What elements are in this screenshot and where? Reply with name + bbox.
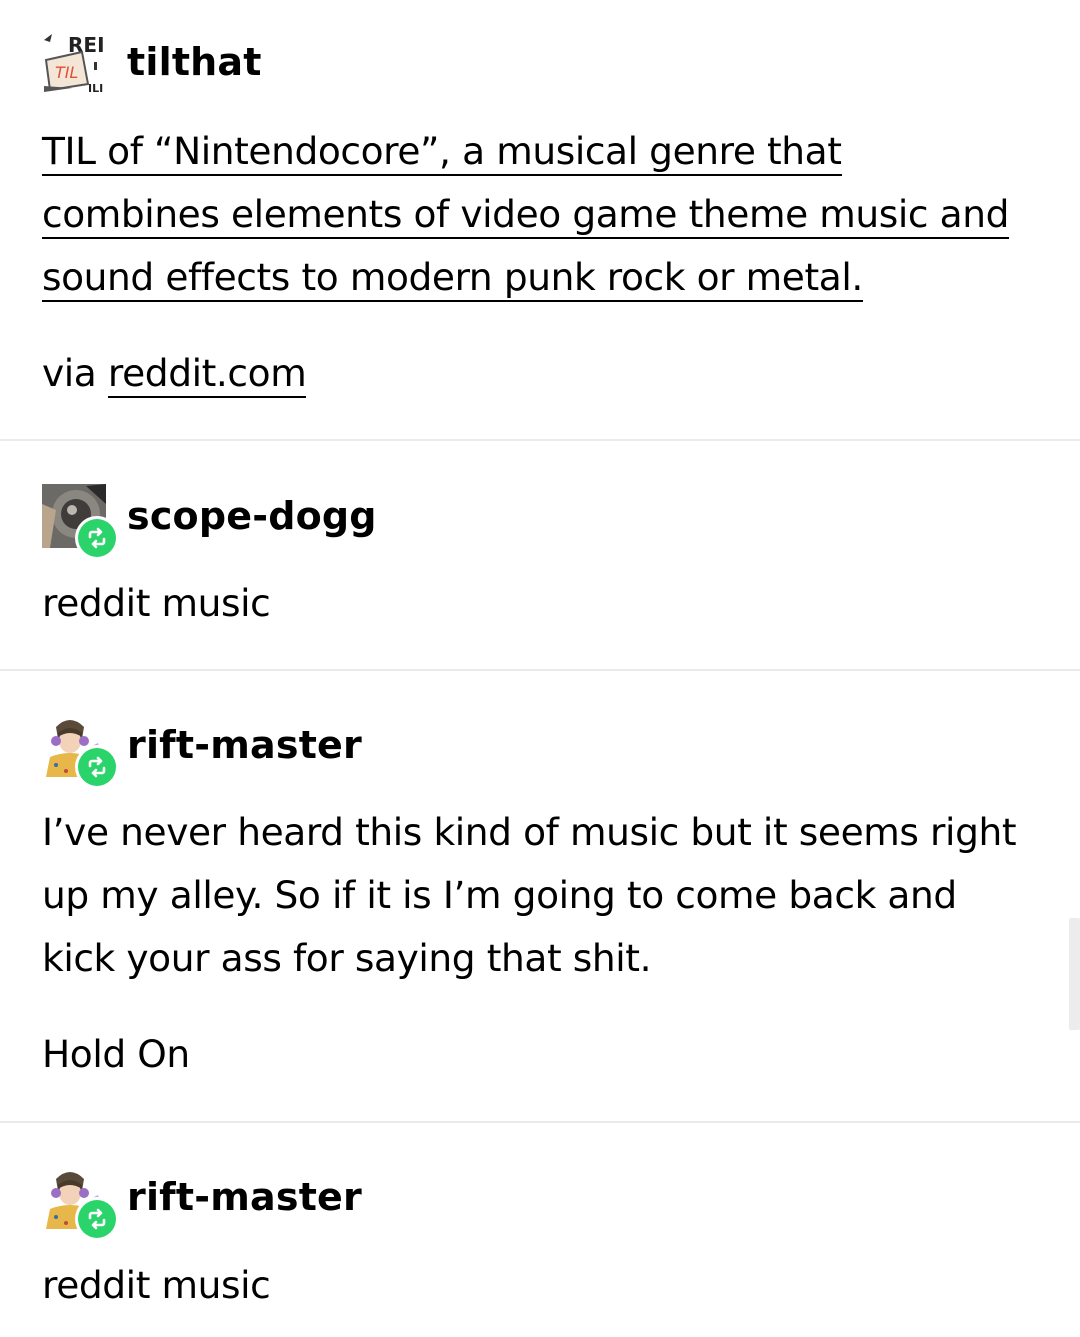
text-line: I’ve never heard this kind of music but … bbox=[42, 810, 1017, 854]
username[interactable]: tilthat bbox=[127, 43, 262, 81]
link-line[interactable]: TIL of “Nintendocore”, a musical genre t… bbox=[42, 120, 1042, 183]
photo-avatar-icon[interactable] bbox=[42, 484, 119, 560]
username[interactable]: rift-master bbox=[127, 726, 362, 764]
post-text: reddit music bbox=[42, 581, 271, 625]
svg-text:ILI: ILI bbox=[88, 82, 103, 94]
text-line: up my alley. So if it is I’m going to co… bbox=[42, 873, 957, 917]
text-line: kick your ass for saying that shit. bbox=[42, 936, 652, 980]
character-avatar-icon[interactable] bbox=[42, 713, 119, 789]
post-header-scope-dogg: scope-dogg bbox=[42, 484, 377, 560]
til-logo-icon[interactable]: REI TIL ILI bbox=[42, 30, 106, 94]
reblog-icon bbox=[75, 1197, 119, 1241]
post-divider bbox=[0, 439, 1080, 441]
username[interactable]: rift-master bbox=[127, 1178, 362, 1216]
post-header-rift-master: rift-master bbox=[42, 713, 362, 789]
username[interactable]: scope-dogg bbox=[127, 497, 377, 535]
via-prefix: via bbox=[42, 351, 108, 395]
via-link[interactable]: reddit.com bbox=[107, 351, 307, 398]
post-text: I’ve never heard this kind of music but … bbox=[42, 801, 1042, 990]
reblog-icon bbox=[75, 745, 119, 789]
post-header-tilthat: REI TIL ILI tilthat bbox=[42, 30, 262, 94]
post-header-rift-master: rift-master bbox=[42, 1165, 362, 1241]
reblog-icon bbox=[75, 516, 119, 560]
link-post-title[interactable]: TIL of “Nintendocore”, a musical genre t… bbox=[42, 120, 1042, 309]
link-line[interactable]: sound effects to modern punk rock or met… bbox=[42, 246, 1042, 309]
post-divider bbox=[0, 1121, 1080, 1123]
post-text: reddit music bbox=[42, 1263, 271, 1307]
post-text-extra: Hold On bbox=[42, 1032, 190, 1076]
via-source: via reddit.com bbox=[42, 342, 1042, 405]
svg-text:TIL: TIL bbox=[55, 63, 78, 82]
link-line[interactable]: combines elements of video game theme mu… bbox=[42, 183, 1042, 246]
scrollbar[interactable] bbox=[1069, 918, 1080, 1030]
post-divider bbox=[0, 669, 1080, 671]
character-avatar-icon[interactable] bbox=[42, 1165, 119, 1241]
